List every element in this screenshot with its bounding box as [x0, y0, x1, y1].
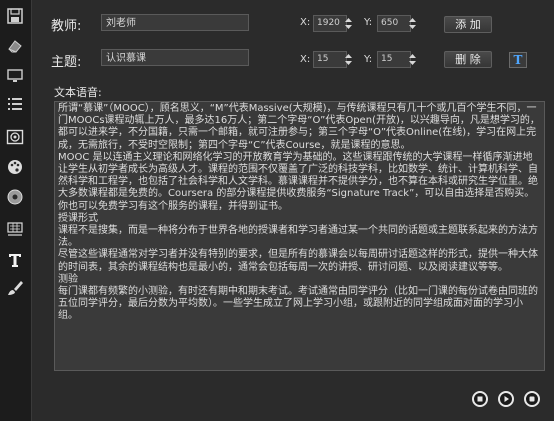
teacher-input[interactable]: 刘老师 — [101, 14, 249, 31]
topic-x-spinbox[interactable]: 15 — [313, 51, 347, 68]
teacher-y-label: Y: — [364, 17, 373, 28]
add-button[interactable]: 添 加 — [444, 16, 492, 33]
topic-label: 主题: — [51, 55, 82, 70]
save-icon[interactable] — [4, 5, 26, 27]
delete-button[interactable]: 删 除 — [444, 51, 492, 68]
sidebar — [0, 0, 32, 421]
stop-icon[interactable] — [472, 391, 488, 407]
brush-icon[interactable] — [4, 277, 26, 299]
palette-icon[interactable] — [4, 156, 26, 178]
speech-paragraph: MOOC 是以连通主义理论和网络化学习的开放教育学为基础的。这些课程跟传统的大学… — [58, 151, 538, 212]
speech-paragraph: 每门课都有频繁的小测验，有时还有期中和期末考试。考试通常由同学评分（比如一门课的… — [58, 286, 538, 322]
speech-paragraph: 授课形式 — [58, 212, 98, 224]
teacher-x-spinbox[interactable]: 1920 — [313, 15, 347, 32]
topic-input[interactable]: 认识慕课 — [101, 49, 249, 66]
teacher-x-spin-arrows[interactable] — [344, 16, 353, 31]
play-icon[interactable] — [498, 391, 514, 407]
eraser-icon[interactable] — [4, 35, 26, 57]
teacher-label: 教师: — [51, 19, 82, 34]
topic-y-spinbox[interactable]: 15 — [377, 51, 411, 68]
topic-x-spin-arrows[interactable] — [344, 52, 353, 67]
list-icon[interactable] — [4, 93, 26, 115]
keyboard-icon[interactable] — [4, 218, 26, 240]
text-style-icon[interactable]: T — [509, 52, 527, 68]
speech-label: 文本语音: — [54, 86, 102, 99]
topic-x-label: X: — [300, 54, 311, 65]
monitor-icon[interactable] — [4, 65, 26, 87]
image-icon[interactable] — [4, 126, 26, 148]
speech-paragraph: 所谓“慕课”（MOOC），顾名思义，“M”代表Massive(大规模)，与传统课… — [58, 103, 540, 151]
disc-icon[interactable] — [4, 186, 26, 208]
record-icon[interactable] — [524, 391, 540, 407]
teacher-y-spinbox[interactable]: 650 — [377, 15, 411, 32]
speech-paragraph: 课程不是搜集，而是一种将分布于世界各地的授课者和学习者通过某一个共同的话题或主题… — [58, 225, 538, 249]
teacher-x-label: X: — [300, 17, 311, 28]
teacher-y-spin-arrows[interactable] — [408, 16, 417, 31]
topic-y-label: Y: — [364, 54, 373, 65]
speech-paragraph: 测验 — [58, 273, 78, 285]
speech-paragraph: 尽管这些课程通常对学习者并没有特别的要求，但是所有的慕课会以每周研讨话题这样的形… — [58, 249, 538, 273]
main-panel: 教师: 刘老师 X: 1920 Y: 650 添 加 主题: 认识慕课 X: 1… — [31, 0, 554, 421]
text-icon[interactable] — [4, 249, 26, 271]
topic-y-spin-arrows[interactable] — [408, 52, 417, 67]
speech-textarea[interactable]: 所谓“慕课”（MOOC），顾名思义，“M”代表Massive(大规模)，与传统课… — [54, 101, 545, 371]
